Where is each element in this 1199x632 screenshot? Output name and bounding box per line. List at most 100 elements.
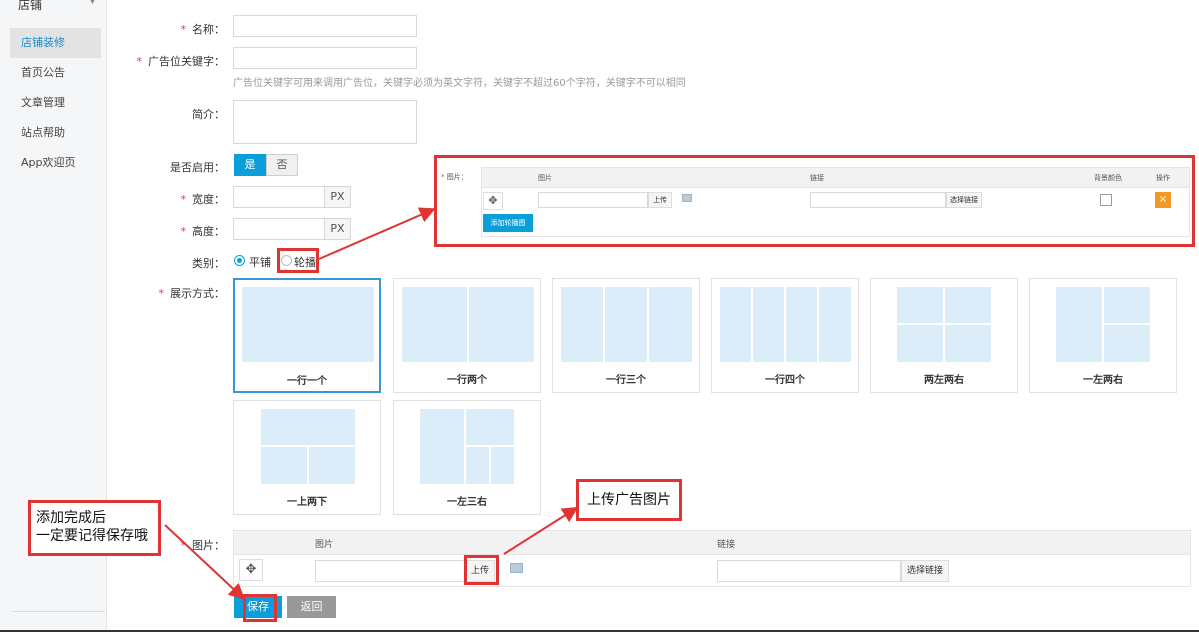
display-option-1top-2bottom[interactable]: 一上两下 — [233, 400, 381, 515]
name-input[interactable] — [233, 15, 417, 37]
height-label: * 高度： — [180, 225, 226, 238]
sidebar-item-app-welcome[interactable]: App欢迎页 — [10, 148, 101, 178]
display-option-label: 一行三个 — [606, 375, 646, 386]
sidebar-item-homepage-notice[interactable]: 首页公告 — [10, 58, 101, 88]
display-option-label: 一左两右 — [1083, 375, 1123, 386]
layout-block — [819, 287, 851, 362]
width-input[interactable] — [233, 186, 325, 208]
layout-block — [605, 287, 647, 362]
display-option-1x1[interactable]: 一行一个 — [233, 278, 381, 393]
layout-block — [420, 409, 464, 484]
display-option-label: 一行两个 — [447, 375, 487, 386]
popup-image-input[interactable] — [538, 192, 648, 208]
save-reminder-line2: 一定要记得保存哦 — [36, 528, 148, 544]
display-option-label: 两左两右 — [924, 375, 964, 386]
choose-link-button[interactable]: 选择链接 — [901, 560, 949, 582]
popup-image-label: * 图片： — [441, 173, 468, 181]
keyword-hint: 广告位关键字可用来调用广告位，关键字必须为英文字符，关键字不超过60个字符，关键… — [233, 78, 686, 89]
popup-col-op: 操作 — [1156, 174, 1170, 182]
back-button[interactable]: 返回 — [287, 596, 336, 618]
sidebar-divider — [12, 611, 105, 612]
layout-block — [1104, 325, 1150, 362]
layout-block — [945, 287, 991, 323]
display-option-1x4[interactable]: 一行四个 — [711, 278, 859, 393]
display-option-1left-3right[interactable]: 一左三右 — [393, 400, 541, 515]
carousel-highlight — [277, 248, 319, 273]
width-label: * 宽度： — [180, 193, 226, 206]
display-option-1x3[interactable]: 一行三个 — [552, 278, 700, 393]
name-label: * 名称： — [180, 23, 226, 36]
layout-block — [1056, 287, 1102, 362]
popup-col-link: 链接 — [810, 174, 824, 182]
popup-bg-color-picker[interactable] — [1100, 194, 1112, 206]
display-option-2left-2right[interactable]: 两左两右 — [870, 278, 1018, 393]
layout-block — [753, 287, 784, 362]
intro-label: 简介： — [192, 108, 225, 121]
upload-highlight — [464, 555, 499, 585]
popup-table-header: 图片 链接 背景颜色 操作 — [482, 168, 1189, 188]
type-tile-label: 平铺 — [249, 256, 271, 269]
sidebar-item-article-management[interactable]: 文章管理 — [10, 88, 101, 118]
width-unit: PX — [324, 186, 351, 208]
popup-choose-link-button[interactable]: 选择链接 — [946, 192, 982, 208]
save-reminder-note: 添加完成后 一定要记得保存哦 — [28, 500, 161, 556]
upload-ad-image-note: 上传广告图片 — [576, 479, 682, 521]
move-handle-icon[interactable]: ✥ — [239, 559, 263, 581]
height-unit: PX — [324, 218, 351, 240]
image-label: * 图片： — [180, 539, 226, 552]
display-option-label: 一行一个 — [287, 376, 327, 387]
link-input[interactable] — [717, 560, 901, 582]
col-link: 链接 — [717, 540, 736, 550]
layout-block — [466, 447, 489, 484]
layout-block — [561, 287, 603, 362]
display-option-label: 一左三右 — [447, 497, 487, 508]
layout-block — [897, 287, 943, 323]
display-option-label: 一上两下 — [287, 497, 327, 508]
layout-block — [261, 447, 307, 484]
popup-table: 图片 链接 背景颜色 操作 ✥ 上传 选择链接 × — [481, 167, 1190, 237]
layout-block — [491, 447, 514, 484]
popup-move-handle-icon[interactable]: ✥ — [483, 192, 503, 210]
sidebar-title: 店铺 — [18, 0, 43, 12]
type-label: 类别： — [192, 257, 225, 270]
layout-block — [309, 447, 355, 484]
popup-col-bg: 背景颜色 — [1094, 174, 1122, 182]
intro-textarea[interactable] — [233, 100, 417, 144]
height-input[interactable] — [233, 218, 325, 240]
sidebar-item-shop-decoration[interactable]: 店铺装修 — [10, 28, 101, 58]
save-arrow — [164, 524, 245, 600]
layout-block — [466, 409, 514, 445]
display-option-label: 一行四个 — [765, 375, 805, 386]
col-image: 图片 — [315, 540, 334, 550]
enabled-label: 是否启用： — [170, 161, 225, 174]
layout-block — [897, 325, 943, 362]
image-preview-icon — [510, 563, 523, 573]
enabled-yes-toggle[interactable]: 是 — [234, 154, 266, 176]
keyword-input[interactable] — [233, 47, 417, 69]
layout-block — [786, 287, 817, 362]
popup-col-image: 图片 — [538, 174, 552, 182]
layout-block — [261, 409, 355, 445]
popup-link-input[interactable] — [810, 192, 946, 208]
popup-upload-button[interactable]: 上传 — [648, 192, 672, 208]
type-tile-radio[interactable] — [234, 255, 245, 266]
layout-block — [402, 287, 467, 362]
save-reminder-line1: 添加完成后 — [36, 510, 106, 526]
display-option-1left-2right[interactable]: 一左两右 — [1029, 278, 1177, 393]
layout-block — [720, 287, 751, 362]
display-option-1x2[interactable]: 一行两个 — [393, 278, 541, 393]
popup-delete-button[interactable]: × — [1155, 192, 1171, 208]
layout-block — [469, 287, 534, 362]
layout-block — [945, 325, 991, 362]
layout-block — [1104, 287, 1150, 323]
image-table: 图片 链接 ✥ 上传 选择链接 — [233, 530, 1191, 587]
layout-block — [242, 287, 374, 362]
image-path-input[interactable] — [315, 560, 465, 582]
add-carousel-button[interactable]: 添加轮播图 — [483, 214, 533, 232]
save-highlight — [243, 594, 277, 622]
popup-image-preview-icon — [682, 194, 692, 202]
enabled-no-toggle[interactable]: 否 — [266, 154, 298, 176]
sidebar-header[interactable]: 店铺 ▼ — [0, 0, 107, 16]
sidebar-item-site-help[interactable]: 站点帮助 — [10, 118, 101, 148]
layout-block — [649, 287, 692, 362]
